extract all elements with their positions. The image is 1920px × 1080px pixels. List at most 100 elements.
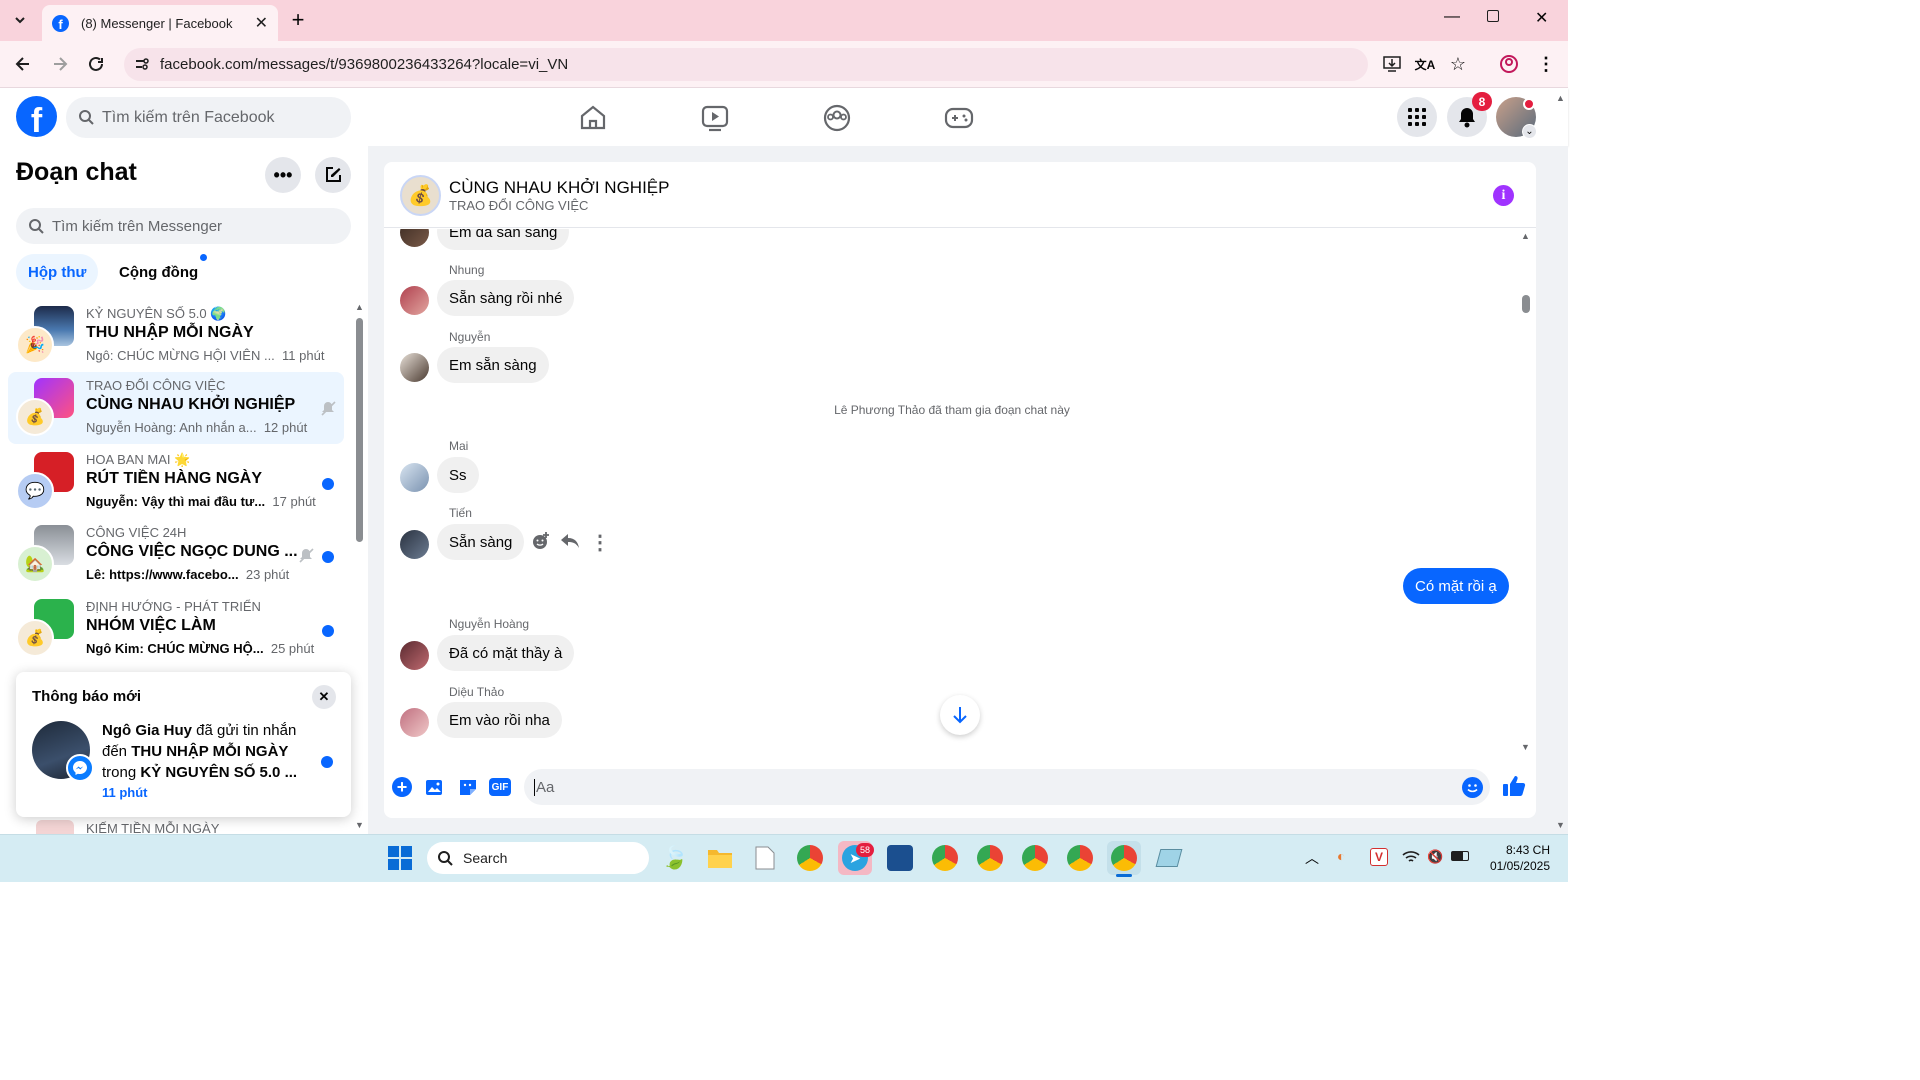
chrome-profile-icon[interactable] <box>1018 841 1052 875</box>
tab-inbox[interactable]: Hộp thư <box>16 254 99 290</box>
member-avatar <box>400 286 429 315</box>
chat-scrollbar[interactable] <box>1522 295 1530 313</box>
conversation-avatar: 🎉 <box>16 306 74 364</box>
file-explorer-icon[interactable] <box>703 841 737 875</box>
more-actions-icon[interactable]: ⋮ <box>590 530 610 555</box>
chat-scroll-up-icon[interactable]: ▲ <box>1521 231 1530 241</box>
forward-icon[interactable] <box>46 50 74 78</box>
browser-tab[interactable]: f (8) Messenger | Facebook ✕ <box>42 5 278 41</box>
list-scroll-up-icon[interactable]: ▲ <box>355 302 364 312</box>
new-tab-icon[interactable]: + <box>284 6 312 34</box>
group-avatar-money-bag-icon[interactable]: 💰 <box>400 175 441 216</box>
gif-icon[interactable]: GIF <box>489 778 511 796</box>
member-avatar <box>400 530 429 559</box>
chat-scroll-down-icon[interactable]: ▼ <box>1521 742 1530 752</box>
battery-icon[interactable] <box>1451 851 1469 861</box>
browser-menu-icon[interactable]: ⋮ <box>1532 50 1560 78</box>
taskbar-search-input[interactable]: Search <box>427 842 649 874</box>
new-message-icon[interactable] <box>315 157 351 193</box>
facebook-logo-icon[interactable]: f <box>16 96 57 137</box>
site-info-icon[interactable] <box>134 56 150 76</box>
message-bubble[interactable]: Đã có mặt thầy à <box>437 635 575 671</box>
tab-search-chevron-icon[interactable] <box>6 6 34 34</box>
message-bubble[interactable]: Em sẵn sàng <box>437 347 549 383</box>
facebook-favicon-icon: f <box>52 14 69 32</box>
community-name: CÔNG VIỆC 24H <box>86 525 187 540</box>
page-scroll-down-icon[interactable]: ▼ <box>1556 820 1565 830</box>
sticker-icon[interactable] <box>458 777 478 802</box>
reload-icon[interactable] <box>82 50 110 78</box>
gaming-nav-icon[interactable] <box>944 106 974 135</box>
tab-community[interactable]: Cộng đồng <box>107 254 210 290</box>
house-tree-icon: 🏡 <box>16 545 54 583</box>
message-bubble[interactable]: Sẵn sàng <box>437 524 525 560</box>
conversation-item[interactable]: 💬 HOA BAN MAI 🌟 RÚT TIỀN HÀNG NGÀY Nguyễ… <box>8 446 344 518</box>
message-bubble[interactable]: Em đã sẵn sàng <box>437 229 570 250</box>
chat-subtitle: TRAO ĐỔI CÔNG VIỆC <box>449 198 589 213</box>
facebook-search-input[interactable]: Tìm kiếm trên Facebook <box>66 97 351 138</box>
vietkey-icon[interactable]: V <box>1370 848 1388 866</box>
wifi-icon[interactable] <box>1402 849 1420 870</box>
my-message-bubble[interactable]: Có mặt rồi ạ <box>1403 568 1509 604</box>
photo-icon[interactable] <box>425 777 445 802</box>
account-chevron-icon[interactable]: ⌄ <box>1522 124 1537 139</box>
app-blue-icon[interactable] <box>883 841 917 875</box>
clock[interactable]: 8:43 CH 01/05/2025 <box>1480 842 1550 874</box>
app-leaf-icon[interactable]: 🍃 <box>658 841 692 875</box>
emoji-icon[interactable] <box>1462 777 1483 798</box>
menu-grid-icon[interactable] <box>1397 97 1437 137</box>
more-options-icon[interactable]: ••• <box>265 157 301 193</box>
bookmark-star-icon[interactable]: ☆ <box>1444 50 1472 78</box>
chrome-profile-icon[interactable] <box>973 841 1007 875</box>
profile-icon[interactable] <box>1495 50 1523 78</box>
window-close-icon[interactable]: ✕ <box>1535 8 1548 28</box>
chrome-profile-icon[interactable] <box>1063 841 1097 875</box>
sender-name: Nhung <box>449 263 485 277</box>
sender-name: Nguyễn <box>449 330 491 344</box>
chrome-profile-icon[interactable] <box>928 841 962 875</box>
info-icon[interactable]: i <box>1493 185 1514 206</box>
tray-app-icon[interactable]: ◐ <box>1337 848 1345 864</box>
like-thumb-icon[interactable] <box>1502 774 1526 803</box>
groups-nav-icon[interactable] <box>823 104 851 137</box>
document-icon[interactable] <box>748 841 782 875</box>
messenger-search-input[interactable]: Tìm kiếm trên Messenger <box>16 208 351 244</box>
conversation-item[interactable]: 🏡 CÔNG VIỆC 24H CÔNG VIỆC NGỌC DUNG ... … <box>8 519 344 591</box>
video-nav-icon[interactable] <box>701 104 729 137</box>
home-nav-icon[interactable] <box>578 103 608 136</box>
chrome-profile-icon[interactable] <box>793 841 827 875</box>
conversation-item[interactable]: 🎉 KỶ NGUYÊN SỐ 5.0 🌍 THU NHẬP MỖI NGÀY N… <box>8 300 344 372</box>
app-tool-icon[interactable] <box>1152 841 1186 875</box>
back-icon[interactable] <box>9 50 37 78</box>
install-app-icon[interactable] <box>1378 50 1406 78</box>
add-attachment-icon[interactable]: + <box>392 777 412 797</box>
tray-chevron-icon[interactable]: ︿ <box>1305 848 1319 868</box>
close-icon[interactable]: ✕ <box>312 685 336 709</box>
message-input[interactable]: Aa <box>524 769 1490 805</box>
minimize-icon[interactable]: — <box>1440 8 1464 26</box>
address-bar[interactable]: facebook.com/messages/t/9369800236433264… <box>124 48 1368 81</box>
conversation-item-active[interactable]: 💰 TRAO ĐỔI CÔNG VIỆC CÙNG NHAU KHỞI NGHI… <box>8 372 344 444</box>
reply-icon[interactable] <box>560 532 580 555</box>
message-bubble[interactable]: Sẵn sàng rồi nhé <box>437 280 575 316</box>
translate-icon[interactable]: 文A <box>1411 50 1439 78</box>
windows-start-icon[interactable] <box>388 846 412 875</box>
page-scroll-up-icon[interactable]: ▲ <box>1556 93 1565 103</box>
react-emoji-icon[interactable] <box>531 531 551 556</box>
message-bubble[interactable]: Ss <box>437 457 479 493</box>
active-app-indicator <box>1116 874 1132 877</box>
list-scroll-down-icon[interactable]: ▼ <box>355 820 364 830</box>
conversation-avatar <box>36 820 74 834</box>
chrome-active-icon[interactable] <box>1107 841 1141 875</box>
conversation-item[interactable]: 💰 ĐỊNH HƯỚNG - PHÁT TRIỂN NHÓM VIỆC LÀM … <box>8 593 344 665</box>
community-name: TRAO ĐỔI CÔNG VIỆC <box>86 378 226 393</box>
scroll-to-bottom-icon[interactable] <box>940 695 980 735</box>
member-avatar <box>400 708 429 737</box>
restore-icon[interactable] <box>1487 10 1499 22</box>
new-notification-card[interactable]: Thông báo mới ✕ Ngô Gia Huy đã gửi tin n… <box>16 672 351 817</box>
message-bubble[interactable]: Em vào rồi nha <box>437 702 562 738</box>
volume-muted-icon[interactable]: 🔇 <box>1427 849 1443 865</box>
chat-name[interactable]: CÙNG NHAU KHỞI NGHIỆP <box>449 178 670 198</box>
chat-list-scrollbar[interactable] <box>356 318 363 542</box>
tab-close-icon[interactable]: ✕ <box>255 13 268 33</box>
